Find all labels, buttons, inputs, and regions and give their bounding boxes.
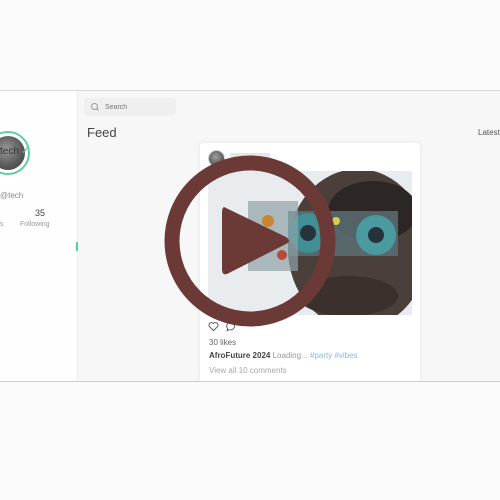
profile-handle: @tech <box>0 191 24 200</box>
sidebar-active-indicator <box>76 242 78 251</box>
profile-sidebar: tech ✓ @tech s 35 Following <box>0 90 78 382</box>
search-input[interactable] <box>105 103 165 111</box>
letterbox-bottom <box>0 382 500 500</box>
profile-name: tech ✓ <box>0 146 29 157</box>
page-title: Feed <box>87 125 117 140</box>
post-caption: AfroFuture 2024 Loading... #party #vibes <box>209 351 358 360</box>
profile-name-text: tech <box>0 146 19 157</box>
search-icon <box>91 103 99 111</box>
frame-top-border <box>0 90 500 91</box>
following-count: 35 <box>34 208 45 218</box>
caption-text: Loading... <box>272 351 308 360</box>
following-label[interactable]: Following <box>20 221 50 228</box>
hashtag-link[interactable]: #vibes <box>334 351 357 360</box>
view-comments-link[interactable]: View all 10 comments <box>209 366 287 375</box>
stat-label-left: s <box>0 221 4 228</box>
caption-author[interactable]: AfroFuture 2024 <box>209 351 270 360</box>
feed-filter-latest[interactable]: Latest <box>478 128 500 137</box>
verified-check-icon: ✓ <box>20 146 30 157</box>
play-icon[interactable] <box>164 155 336 327</box>
search-bar[interactable] <box>84 98 176 116</box>
hashtag-link[interactable]: #party <box>310 351 332 360</box>
like-count: 30 likes <box>209 338 237 347</box>
letterbox-top <box>0 0 500 90</box>
